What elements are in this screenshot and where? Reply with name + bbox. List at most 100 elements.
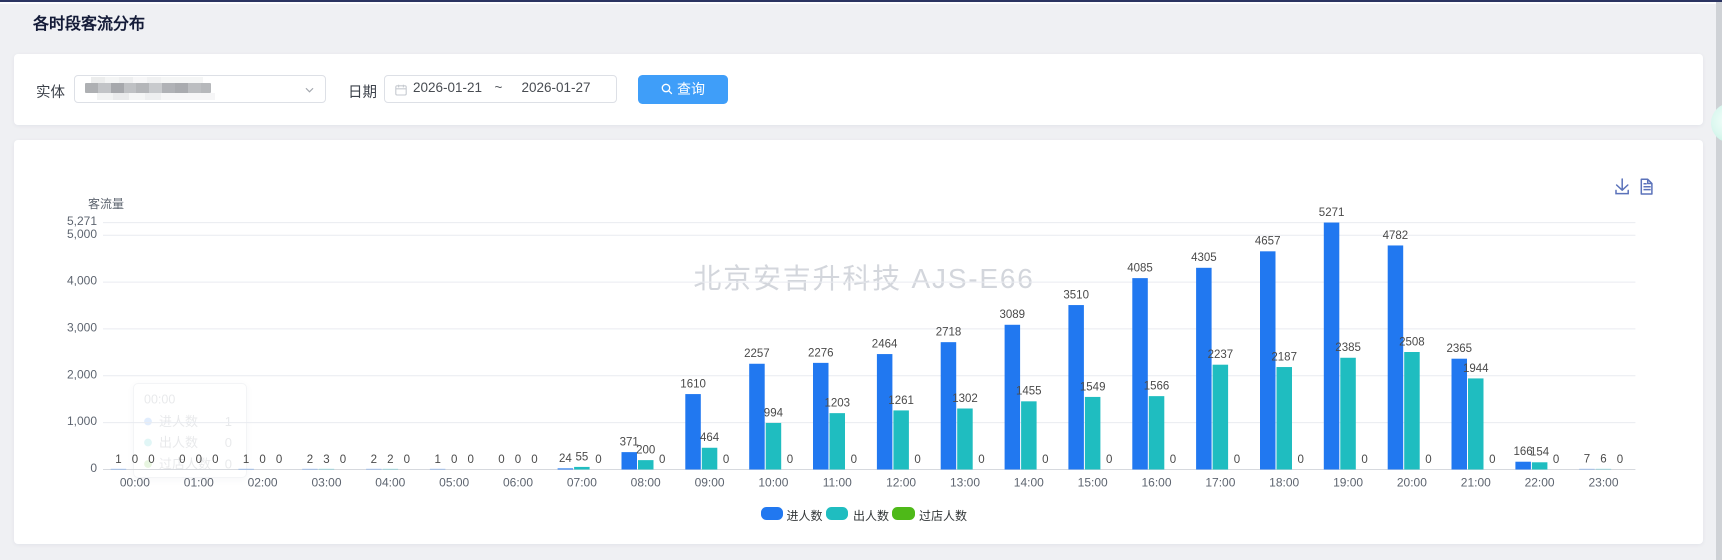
svg-text:1: 1 <box>243 454 249 466</box>
svg-text:0: 0 <box>1489 454 1495 466</box>
svg-text:01:00: 01:00 <box>184 475 214 489</box>
svg-text:0: 0 <box>1106 454 1112 466</box>
svg-text:2: 2 <box>371 454 377 466</box>
svg-text:0: 0 <box>595 454 601 466</box>
svg-text:09:00: 09:00 <box>695 475 725 489</box>
svg-text:21:00: 21:00 <box>1461 475 1491 489</box>
svg-text:23:00: 23:00 <box>1588 475 1618 489</box>
svg-text:0: 0 <box>498 454 504 466</box>
svg-text:2508: 2508 <box>1399 336 1425 348</box>
svg-text:4657: 4657 <box>1255 236 1281 248</box>
svg-text:0: 0 <box>1297 454 1303 466</box>
svg-text:02:00: 02:00 <box>248 475 278 489</box>
svg-text:0: 0 <box>1617 454 1623 466</box>
svg-text:3,000: 3,000 <box>67 320 97 334</box>
svg-text:08:00: 08:00 <box>631 475 661 489</box>
svg-text:0: 0 <box>787 454 793 466</box>
svg-text:22:00: 22:00 <box>1525 475 1555 489</box>
svg-text:5,000: 5,000 <box>67 227 97 241</box>
svg-text:1610: 1610 <box>680 379 706 391</box>
svg-text:0: 0 <box>340 454 346 466</box>
svg-text:16:00: 16:00 <box>1141 475 1171 489</box>
svg-text:0: 0 <box>978 454 984 466</box>
svg-text:7: 7 <box>1584 454 1590 466</box>
svg-text:10:00: 10:00 <box>758 475 788 489</box>
svg-text:1944: 1944 <box>1463 363 1489 375</box>
svg-text:0: 0 <box>404 454 410 466</box>
svg-text:14:00: 14:00 <box>1014 475 1044 489</box>
svg-text:2: 2 <box>307 454 313 466</box>
svg-text:154: 154 <box>1530 447 1550 459</box>
svg-text:2237: 2237 <box>1208 349 1234 361</box>
svg-text:6: 6 <box>1600 454 1606 466</box>
svg-text:客流量: 客流量 <box>88 196 124 211</box>
svg-text:07:00: 07:00 <box>567 475 597 489</box>
svg-text:1203: 1203 <box>825 398 851 410</box>
svg-text:11:00: 11:00 <box>823 475 852 489</box>
svg-text:0: 0 <box>132 454 138 466</box>
svg-text:1455: 1455 <box>1016 386 1042 398</box>
svg-text:24: 24 <box>559 453 572 465</box>
svg-text:1: 1 <box>434 454 440 466</box>
svg-text:2187: 2187 <box>1271 351 1297 363</box>
svg-text:1549: 1549 <box>1080 381 1106 393</box>
svg-text:00:00: 00:00 <box>120 475 150 489</box>
svg-text:2464: 2464 <box>872 339 898 351</box>
svg-text:2276: 2276 <box>808 347 834 359</box>
svg-text:4782: 4782 <box>1383 230 1409 242</box>
svg-text:0: 0 <box>1425 454 1431 466</box>
svg-text:05:00: 05:00 <box>439 475 469 489</box>
svg-text:0: 0 <box>1553 454 1559 466</box>
svg-text:2365: 2365 <box>1447 343 1473 355</box>
svg-text:2718: 2718 <box>936 327 962 339</box>
svg-text:5271: 5271 <box>1319 207 1345 219</box>
svg-text:1261: 1261 <box>888 395 914 407</box>
svg-text:994: 994 <box>764 407 784 419</box>
svg-text:0: 0 <box>276 454 282 466</box>
svg-text:0: 0 <box>914 454 920 466</box>
svg-text:4305: 4305 <box>1191 252 1217 264</box>
svg-text:5,271: 5,271 <box>67 214 97 228</box>
svg-text:0: 0 <box>1361 454 1367 466</box>
svg-text:0: 0 <box>1170 454 1176 466</box>
svg-text:18:00: 18:00 <box>1269 475 1299 489</box>
svg-text:0: 0 <box>212 454 218 466</box>
svg-text:1302: 1302 <box>952 393 978 405</box>
svg-text:0: 0 <box>851 454 857 466</box>
svg-text:0: 0 <box>148 454 154 466</box>
svg-text:200: 200 <box>636 445 655 457</box>
svg-text:0: 0 <box>1234 454 1240 466</box>
svg-text:20:00: 20:00 <box>1397 475 1427 489</box>
svg-text:0: 0 <box>531 454 537 466</box>
svg-text:19:00: 19:00 <box>1333 475 1363 489</box>
svg-text:0: 0 <box>179 454 185 466</box>
svg-text:0: 0 <box>467 454 473 466</box>
svg-text:4085: 4085 <box>1127 263 1153 275</box>
svg-text:3089: 3089 <box>1000 309 1026 321</box>
svg-text:2385: 2385 <box>1335 342 1361 354</box>
svg-text:13:00: 13:00 <box>950 475 980 489</box>
svg-text:0: 0 <box>196 454 202 466</box>
svg-text:17:00: 17:00 <box>1205 475 1235 489</box>
svg-text:464: 464 <box>700 432 720 444</box>
svg-text:0: 0 <box>1042 454 1048 466</box>
svg-text:2257: 2257 <box>744 348 770 360</box>
svg-text:1: 1 <box>115 454 121 466</box>
svg-text:0: 0 <box>90 461 97 475</box>
svg-text:4,000: 4,000 <box>67 274 97 288</box>
svg-text:03:00: 03:00 <box>311 475 341 489</box>
svg-text:3: 3 <box>323 454 329 466</box>
svg-text:15:00: 15:00 <box>1078 475 1108 489</box>
svg-text:0: 0 <box>259 454 265 466</box>
svg-text:0: 0 <box>659 454 665 466</box>
svg-text:06:00: 06:00 <box>503 475 533 489</box>
svg-text:3510: 3510 <box>1063 290 1089 302</box>
svg-text:55: 55 <box>576 451 589 463</box>
svg-text:12:00: 12:00 <box>886 475 916 489</box>
svg-text:0: 0 <box>723 454 729 466</box>
svg-text:1,000: 1,000 <box>67 414 97 428</box>
svg-text:2: 2 <box>387 454 393 466</box>
svg-text:1566: 1566 <box>1144 381 1170 393</box>
svg-text:0: 0 <box>451 454 457 466</box>
svg-text:04:00: 04:00 <box>375 475 405 489</box>
